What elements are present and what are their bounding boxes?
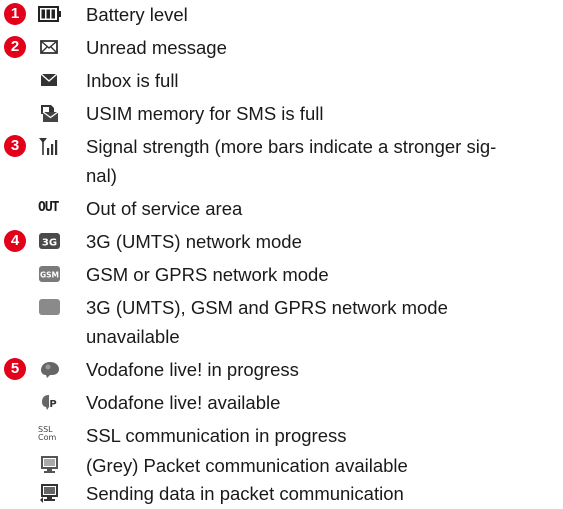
legend-text: Battery level — [86, 4, 188, 25]
monitor-grey-icon — [41, 456, 58, 473]
legend-text: Vodafone live! in progress — [86, 359, 299, 380]
legend-text: (Grey) Packet communication available — [86, 455, 408, 476]
gsm-icon: GSM — [39, 266, 60, 282]
envelope-filled-icon — [40, 73, 58, 86]
legend-text: GSM or GPRS network mode — [86, 264, 329, 285]
legend-text: 3G (UMTS) network mode — [86, 231, 302, 252]
signal-bars-icon — [39, 138, 58, 155]
legend-text: 3G (UMTS), GSM and GPRS network mode una… — [86, 297, 448, 347]
badge-5: 5 — [4, 358, 26, 380]
live-in-progress-icon — [41, 362, 59, 378]
legend-text: Out of service area — [86, 198, 243, 219]
sim-envelope-icon — [41, 105, 59, 122]
badge-2: 2 — [4, 36, 26, 58]
envelope-icon — [40, 40, 58, 54]
svg-text:P: P — [49, 399, 56, 410]
ssl-icon-line2: Com — [38, 433, 57, 442]
legend-text: Sending data in packet communication — [86, 483, 404, 504]
legend-text: Unread message — [86, 37, 227, 58]
out-text-icon: OUT — [38, 200, 59, 215]
grey-square-icon — [39, 299, 60, 315]
3g-icon-label: 3G — [42, 238, 57, 249]
battery-level-icon — [38, 6, 61, 22]
icon-legend: 1 Battery level 2 Unread message Inbox i… — [0, 0, 563, 509]
badge-4: 4 — [4, 230, 26, 252]
legend-text: Vodafone live! available — [86, 392, 281, 413]
gsm-icon-label: GSM — [40, 271, 59, 280]
monitor-sending-icon — [40, 484, 58, 503]
badge-1: 1 — [4, 3, 26, 25]
legend-text: Signal strength (more bars indicate a st… — [86, 136, 497, 186]
live-available-icon: P — [42, 395, 57, 410]
legend-text: Inbox is full — [86, 70, 179, 91]
legend-text: USIM memory for SMS is full — [86, 103, 324, 124]
legend-text: SSL communication in progress — [86, 425, 347, 446]
ssl-icon: SSL Com — [38, 426, 62, 446]
badge-3: 3 — [4, 135, 26, 157]
3g-icon: 3G — [39, 233, 60, 249]
